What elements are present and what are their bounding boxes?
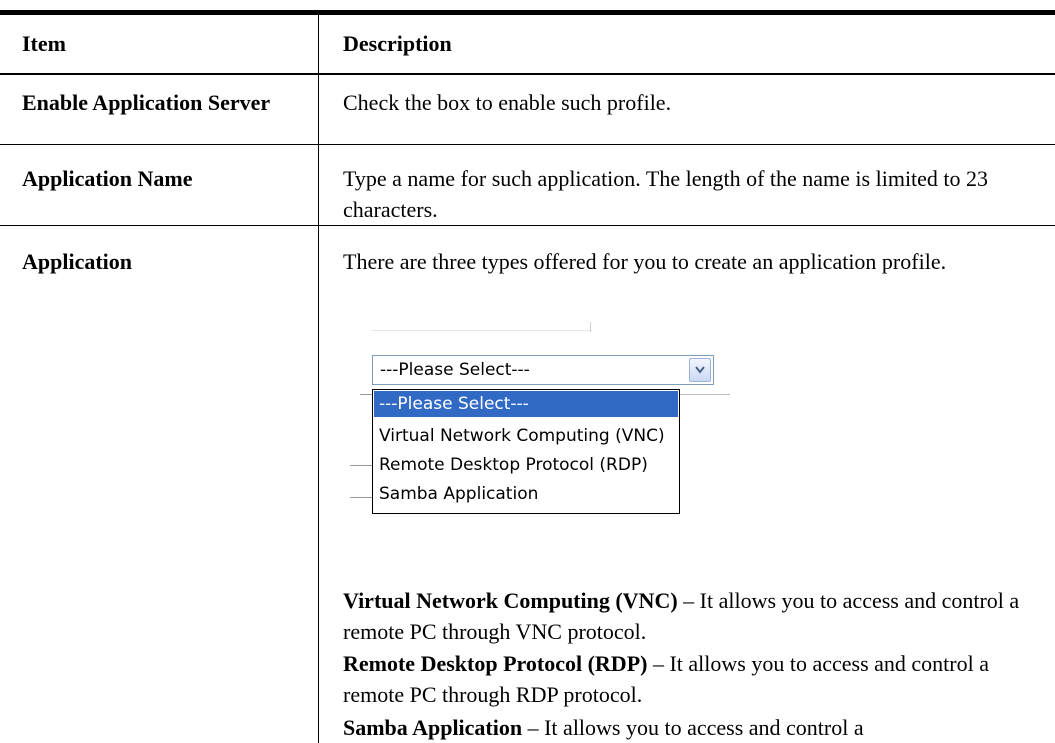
header-rule bbox=[0, 73, 1055, 75]
header-item: Item bbox=[22, 31, 66, 56]
illustration-edge bbox=[350, 465, 372, 466]
option-rdp[interactable]: Remote Desktop Protocol (RDP) bbox=[374, 452, 678, 478]
row-divider bbox=[0, 225, 1055, 226]
table-top-rule bbox=[0, 10, 1055, 15]
definition-samba: Samba Application – It allows you to acc… bbox=[343, 712, 1043, 743]
illustration-edge bbox=[360, 394, 372, 395]
desc-application-name: Type a name for such application. The le… bbox=[343, 166, 989, 222]
application-select[interactable]: ---Please Select--- bbox=[372, 355, 714, 385]
parameter-table: Item Description Enable Application Serv… bbox=[0, 0, 1055, 743]
illustration-edge bbox=[350, 497, 372, 498]
definition-term: Virtual Network Computing (VNC) bbox=[343, 588, 678, 613]
option-samba[interactable]: Samba Application bbox=[374, 481, 678, 507]
desc-application: There are three types offered for you to… bbox=[343, 249, 947, 274]
definition-term: Samba Application bbox=[343, 715, 523, 740]
desc-enable-application-server: Check the box to enable such profile. bbox=[343, 90, 672, 115]
option-vnc[interactable]: Virtual Network Computing (VNC) bbox=[374, 423, 678, 449]
application-dropdown-list: ---Please Select--- Virtual Network Comp… bbox=[372, 389, 680, 514]
row-divider bbox=[0, 144, 1055, 145]
illustration-edge bbox=[680, 394, 730, 395]
item-application: Application bbox=[22, 249, 133, 274]
item-application-name: Application Name bbox=[22, 166, 193, 191]
header-description: Description bbox=[343, 31, 452, 56]
definition-text: – It allows you to access and control a bbox=[522, 715, 864, 740]
illustration-edge bbox=[590, 322, 591, 332]
definition-rdp: Remote Desktop Protocol (RDP) – It allow… bbox=[343, 648, 1043, 710]
illustration-edge bbox=[372, 330, 592, 331]
item-enable-application-server: Enable Application Server bbox=[22, 90, 271, 115]
definition-vnc: Virtual Network Computing (VNC) – It all… bbox=[343, 585, 1043, 647]
option-please-select[interactable]: ---Please Select--- bbox=[374, 391, 678, 417]
chevron-down-icon[interactable] bbox=[689, 358, 711, 382]
column-divider bbox=[318, 15, 319, 743]
definition-term: Remote Desktop Protocol (RDP) bbox=[343, 651, 648, 676]
select-value: ---Please Select--- bbox=[380, 360, 530, 380]
